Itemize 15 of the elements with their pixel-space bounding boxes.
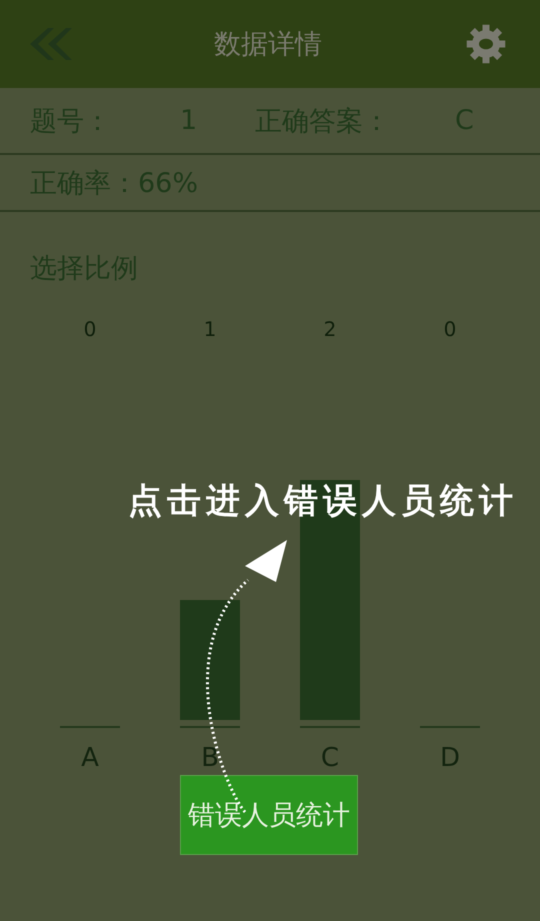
value-label: 2 (324, 317, 336, 341)
category-label: D (440, 743, 460, 773)
value-label: 1 (204, 317, 216, 341)
error-stats-button[interactable]: 错误人员统计 (180, 775, 358, 855)
page-title: 数据详情 (214, 28, 322, 62)
axis-line (300, 726, 360, 728)
axis-line (420, 726, 480, 728)
hint-text: 点击进入错误人员统计 (128, 480, 518, 523)
value-label: 0 (84, 317, 96, 341)
category-label: C (320, 743, 340, 773)
category-label: B (201, 743, 219, 773)
axis-line (60, 726, 120, 728)
value-label: 0 (444, 317, 456, 341)
axis-line (180, 726, 240, 728)
category-label: A (81, 743, 99, 773)
